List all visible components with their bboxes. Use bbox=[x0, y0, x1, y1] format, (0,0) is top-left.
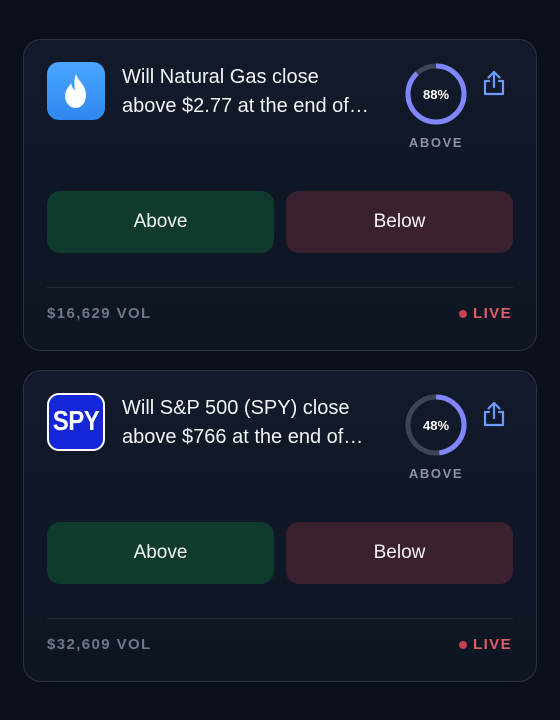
market-question-line: Will S&P 500 (SPY) close bbox=[122, 397, 350, 419]
probability-value: 88% bbox=[422, 86, 450, 102]
probability-value: 48% bbox=[422, 417, 450, 433]
share-button[interactable] bbox=[479, 398, 509, 430]
live-dot-icon bbox=[459, 309, 468, 318]
share-icon bbox=[483, 70, 505, 96]
market-question[interactable]: Will S&P 500 (SPY) close above $766 at t… bbox=[122, 394, 394, 452]
share-icon bbox=[483, 401, 505, 427]
below-button[interactable]: Below bbox=[286, 191, 513, 253]
below-button[interactable]: Below bbox=[286, 522, 513, 584]
live-dot-icon bbox=[459, 640, 468, 649]
volume-label: $16,629 VOL bbox=[47, 305, 152, 322]
volume-label: $32,609 VOL bbox=[47, 636, 152, 653]
probability-gauge: 88% bbox=[404, 62, 468, 126]
spy-logo-icon: SPY bbox=[47, 393, 105, 451]
above-button[interactable]: Above bbox=[47, 191, 274, 253]
market-card[interactable]: SPY Will S&P 500 (SPY) close above $766 … bbox=[23, 370, 537, 682]
live-status: LIVE bbox=[459, 636, 512, 653]
market-question-line: above $766 at the end of… bbox=[122, 426, 364, 448]
live-label: LIVE bbox=[473, 305, 512, 322]
spy-logo-text: SPY bbox=[52, 405, 100, 437]
market-question-line: above $2.77 at the end of… bbox=[122, 95, 369, 117]
live-status: LIVE bbox=[459, 305, 512, 322]
probability-caption: ABOVE bbox=[408, 135, 464, 150]
probability-caption: ABOVE bbox=[408, 466, 464, 481]
market-card[interactable]: Will Natural Gas close above $2.77 at th… bbox=[23, 39, 537, 351]
live-label: LIVE bbox=[473, 636, 512, 653]
divider bbox=[47, 618, 513, 619]
share-button[interactable] bbox=[479, 67, 509, 99]
flame-icon bbox=[47, 62, 105, 120]
market-question[interactable]: Will Natural Gas close above $2.77 at th… bbox=[122, 63, 394, 121]
market-question-line: Will Natural Gas close bbox=[122, 66, 319, 88]
probability-gauge: 48% bbox=[404, 393, 468, 457]
divider bbox=[47, 287, 513, 288]
above-button[interactable]: Above bbox=[47, 522, 274, 584]
